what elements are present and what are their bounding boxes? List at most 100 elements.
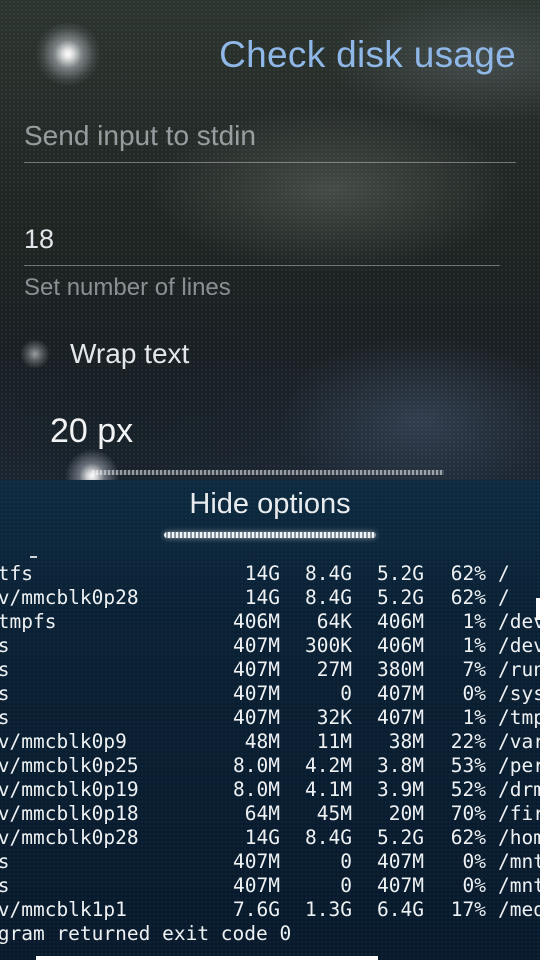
size-cell: 407M xyxy=(233,658,280,681)
terminal-output: otfs 14G 8.4G 5.2G 62% / ev/mmcblk0p28 14G 8.4G 5… xyxy=(0,562,540,922)
mount-cell: /per xyxy=(498,754,540,777)
used-cell: 11M xyxy=(316,730,352,753)
avail-cell: 3.9M xyxy=(377,778,424,801)
avail-cell: 406M xyxy=(377,634,424,657)
filesystem-cell: otfs xyxy=(0,562,33,585)
size-cell: 406M xyxy=(233,610,280,633)
size-cell: 407M xyxy=(233,874,280,897)
screen: Check disk usage Set number of lines Wra… xyxy=(0,0,540,960)
used-cell: 0 xyxy=(340,682,352,705)
use-percent-cell: 0% xyxy=(462,874,486,897)
avail-cell: 407M xyxy=(377,682,424,705)
terminal-exit-message: ogram returned exit code 0 xyxy=(0,922,292,945)
font-size-slider-handle[interactable] xyxy=(64,448,120,480)
font-size-slider-track[interactable] xyxy=(92,470,444,475)
used-cell: 32K xyxy=(316,706,352,729)
terminal-row: fs 407M 32K 407M 1% /tmp xyxy=(0,706,540,730)
pulley-menu-indicator[interactable] xyxy=(33,23,103,85)
size-cell: 64M xyxy=(244,802,280,825)
used-cell: 27M xyxy=(316,658,352,681)
terminal-row: fs 407M 0 407M 0% /mnt xyxy=(0,874,540,898)
avail-cell: 5.2G xyxy=(377,826,424,849)
filesystem-cell: ev/mmcblk0p9 xyxy=(0,730,127,753)
terminal-row: ev/mmcblk0p19 8.0M 4.1M 3.9M 52% /drm xyxy=(0,778,540,802)
font-size-value: 20 px xyxy=(50,412,134,450)
size-cell: 407M xyxy=(233,634,280,657)
mount-cell: /fir xyxy=(498,802,540,825)
wrap-text-switch[interactable]: Wrap text xyxy=(14,332,254,376)
use-percent-cell: 1% xyxy=(462,706,486,729)
filesystem-cell: fs xyxy=(0,658,10,681)
use-percent-cell: 53% xyxy=(450,754,486,777)
terminal-row: ev/mmcblk0p28 14G 8.4G 5.2G 62% / xyxy=(0,586,540,610)
filesystem-cell: fs xyxy=(0,682,10,705)
mount-cell: /mnt xyxy=(498,850,540,873)
used-cell: 4.1M xyxy=(305,778,352,801)
avail-cell: 6.4G xyxy=(377,898,424,921)
stdin-input[interactable] xyxy=(24,112,516,160)
terminal-row: fs 407M 0 407M 0% /mnt xyxy=(0,850,540,874)
use-percent-cell: 70% xyxy=(450,802,486,825)
terminal-row: ev/mmcblk0p9 48M 11M 38M 22% /var xyxy=(0,730,540,754)
use-percent-cell: 62% xyxy=(450,586,486,609)
used-cell: 0 xyxy=(340,874,352,897)
avail-cell: 3.8M xyxy=(377,754,424,777)
use-percent-cell: 0% xyxy=(462,850,486,873)
terminal-row: ev/mmcblk0p18 64M 45M 20M 70% /fir xyxy=(0,802,540,826)
size-cell: 14G xyxy=(244,586,280,609)
mount-cell: /dev xyxy=(498,634,540,657)
used-cell: 8.4G xyxy=(305,826,352,849)
size-cell: 8.0M xyxy=(233,778,280,801)
avail-cell: 406M xyxy=(377,610,424,633)
size-cell: 407M xyxy=(233,850,280,873)
bottom-edge-bar xyxy=(36,956,378,960)
filesystem-cell: vtmpfs xyxy=(0,610,57,633)
filesystem-cell: fs xyxy=(0,850,10,873)
avail-cell: 407M xyxy=(377,850,424,873)
mount-cell: /var xyxy=(498,730,540,753)
avail-cell: 407M xyxy=(377,706,424,729)
filesystem-cell: ev/mmcblk0p25 xyxy=(0,754,139,777)
terminal-row: ev/mmcblk0p25 8.0M 4.2M 3.8M 53% /per xyxy=(0,754,540,778)
use-percent-cell: 52% xyxy=(450,778,486,801)
use-percent-cell: 62% xyxy=(450,826,486,849)
use-percent-cell: 22% xyxy=(450,730,486,753)
filesystem-cell: fs xyxy=(0,874,10,897)
lines-count-label: Set number of lines xyxy=(24,274,231,301)
used-cell: 45M xyxy=(316,802,352,825)
terminal-row: ev/mmcblk1p1 7.6G 1.3G 6.4G 17% /med xyxy=(0,898,540,922)
size-cell: 407M xyxy=(233,682,280,705)
lines-input-underline xyxy=(24,265,500,266)
mount-cell: /drm xyxy=(498,778,540,801)
scroll-indicator xyxy=(536,598,540,620)
avail-cell: 38M xyxy=(388,730,424,753)
used-cell: 8.4G xyxy=(305,586,352,609)
filesystem-cell: fs xyxy=(0,634,10,657)
hide-options-underline xyxy=(164,532,376,538)
mount-cell: /mnt xyxy=(498,874,540,897)
use-percent-cell: 7% xyxy=(462,658,486,681)
page-title: Check disk usage xyxy=(219,34,516,75)
mount-cell: /med xyxy=(498,898,540,921)
mount-cell: /sys xyxy=(498,682,540,705)
used-cell: 64K xyxy=(316,610,352,633)
mount-cell: /hom xyxy=(498,826,540,849)
terminal-row: fs 407M 0 407M 0% /sys xyxy=(0,682,540,706)
mount-cell: /dev xyxy=(498,610,540,633)
mount-cell: / xyxy=(498,586,510,609)
hide-options-button[interactable]: Hide options xyxy=(150,480,390,538)
used-cell: 8.4G xyxy=(305,562,352,585)
terminal-cursor-mark xyxy=(30,556,37,558)
use-percent-cell: 0% xyxy=(462,682,486,705)
filesystem-cell: ev/mmcblk0p18 xyxy=(0,802,139,825)
avail-cell: 5.2G xyxy=(377,562,424,585)
avail-cell: 20M xyxy=(388,802,424,825)
wrap-text-label: Wrap text xyxy=(70,338,190,369)
used-cell: 300K xyxy=(305,634,352,657)
lines-count-input[interactable] xyxy=(24,216,504,262)
size-cell: 48M xyxy=(244,730,280,753)
filesystem-cell: ev/mmcblk0p28 xyxy=(0,586,139,609)
size-cell: 8.0M xyxy=(233,754,280,777)
avail-cell: 5.2G xyxy=(377,586,424,609)
terminal-panel: Hide options otfs14G8.4G5.2G62%/ev/mmcbl… xyxy=(0,480,540,960)
